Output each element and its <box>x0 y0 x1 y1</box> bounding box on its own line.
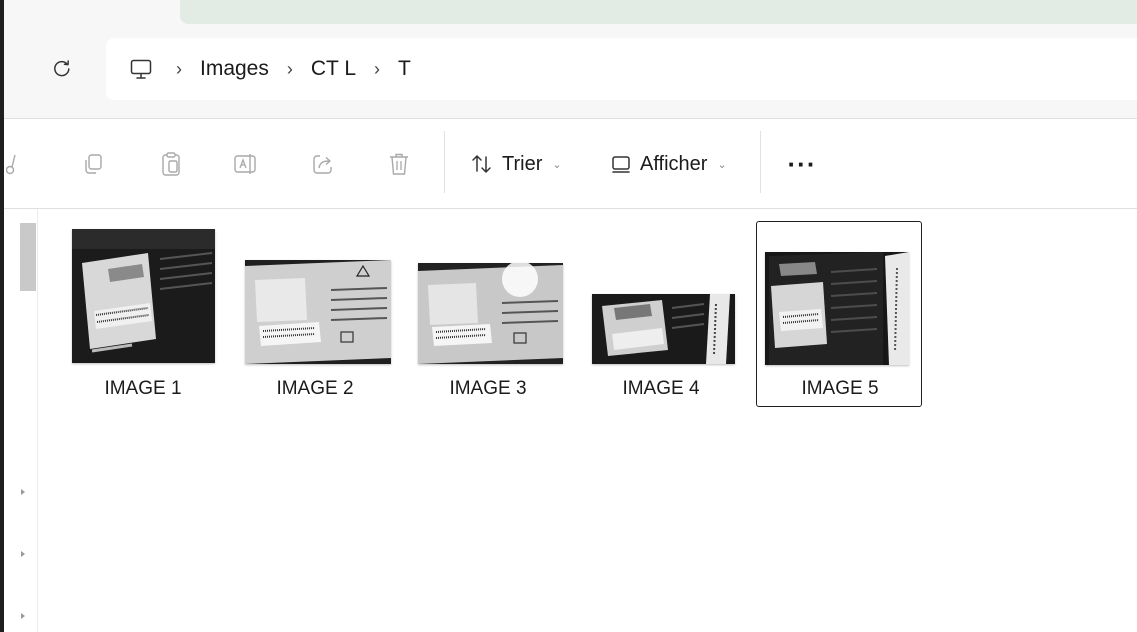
breadcrumb-t[interactable]: T <box>394 57 415 81</box>
file-name: IMAGE 3 <box>449 378 527 399</box>
breadcrumb-separator-icon[interactable]: › <box>273 59 307 80</box>
view-icon <box>612 156 630 173</box>
file-item-image-5[interactable]: IMAGE 5 <box>756 221 922 407</box>
refresh-icon <box>54 60 70 77</box>
file-list: IMAGE 1 IMAGE 2 IMAGE 3 IMAGE 4 IMAGE 5 <box>40 209 1137 632</box>
tab-strip <box>180 0 1137 24</box>
trash-icon <box>390 153 408 175</box>
file-item-image-3[interactable]: IMAGE 3 <box>413 223 563 409</box>
toolbar-separator <box>760 131 761 193</box>
file-item-image-1[interactable]: IMAGE 1 <box>68 223 218 409</box>
image-thumbnail <box>72 229 215 363</box>
chevron-down-icon: ⌄ <box>552 158 562 171</box>
computer-icon[interactable] <box>126 54 156 84</box>
file-item-image-2[interactable]: IMAGE 2 <box>240 223 391 409</box>
address-bar[interactable]: › Images › CT L › T <box>106 38 1137 100</box>
copy-icon <box>85 154 102 174</box>
delete-button[interactable] <box>382 147 416 181</box>
paste-button[interactable] <box>154 147 188 181</box>
expand-arrow-icon[interactable] <box>20 489 26 495</box>
breadcrumb-separator-icon[interactable]: › <box>162 59 196 80</box>
more-options-button[interactable]: ··· <box>782 145 822 183</box>
navigation-pane <box>4 209 38 632</box>
file-name: IMAGE 1 <box>104 378 182 399</box>
cut-button[interactable] <box>6 147 22 181</box>
toolbar-separator <box>444 131 445 193</box>
nav-scrollbar-thumb[interactable] <box>20 223 36 291</box>
breadcrumb-ctl[interactable]: CT L <box>307 57 360 81</box>
sort-button[interactable]: Trier ⌄ <box>470 145 562 183</box>
sort-label: Trier <box>502 152 543 175</box>
address-row: › Images › CT L › T <box>4 24 1137 118</box>
view-button[interactable]: Afficher ⌄ <box>610 145 727 183</box>
scissors-icon <box>6 154 16 175</box>
sort-icon <box>472 155 491 173</box>
command-bar: Trier ⌄ Afficher ⌄ ··· <box>4 119 1137 209</box>
image-thumbnail <box>592 294 735 364</box>
rename-button[interactable] <box>229 147 263 181</box>
share-icon <box>313 155 332 174</box>
breadcrumb-separator-icon[interactable]: › <box>360 59 394 80</box>
share-button[interactable] <box>306 147 340 181</box>
copy-button[interactable] <box>76 147 110 181</box>
view-label: Afficher <box>640 152 708 175</box>
rename-icon <box>234 154 256 174</box>
file-name: IMAGE 4 <box>622 378 700 399</box>
file-name: IMAGE 2 <box>276 378 354 399</box>
image-thumbnail <box>418 263 563 364</box>
image-thumbnail <box>765 252 909 365</box>
paste-icon <box>162 152 180 176</box>
expand-arrow-icon[interactable] <box>20 613 26 619</box>
image-thumbnail <box>245 260 391 364</box>
expand-arrow-icon[interactable] <box>20 551 26 557</box>
file-item-image-4[interactable]: IMAGE 4 <box>586 223 736 409</box>
file-name: IMAGE 5 <box>801 378 879 399</box>
refresh-button[interactable] <box>46 52 78 84</box>
chevron-down-icon: ⌄ <box>717 158 727 171</box>
breadcrumb-images[interactable]: Images <box>196 57 273 81</box>
